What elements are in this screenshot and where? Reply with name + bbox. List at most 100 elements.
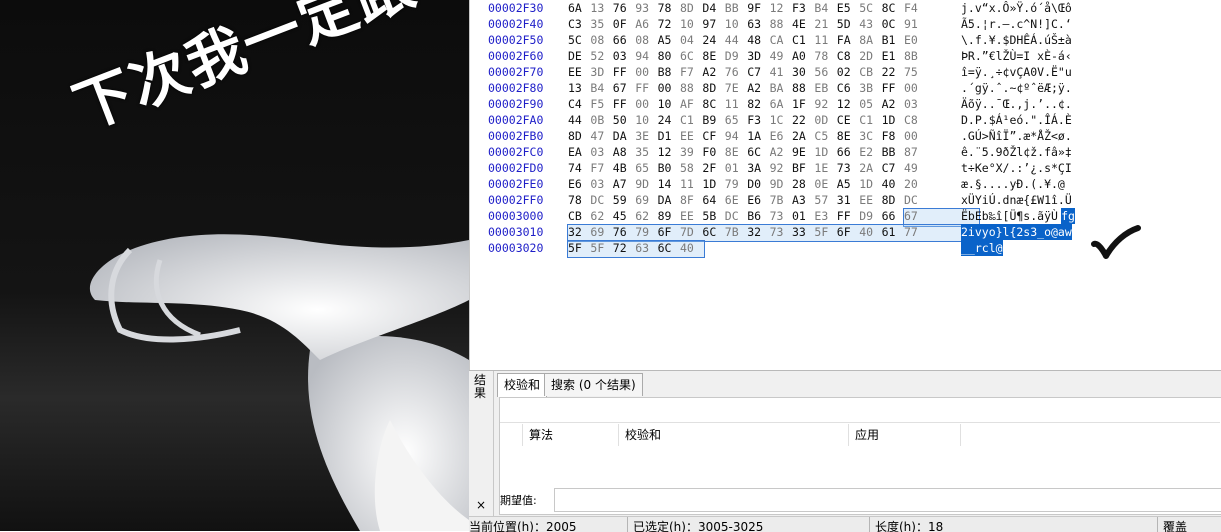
hex-byte[interactable]: B1	[882, 32, 904, 48]
hex-byte[interactable]: E6	[770, 128, 792, 144]
hex-byte[interactable]: 32	[747, 224, 769, 240]
hex-row[interactable]: 00002F60 DE 52 03 94 80 6C 8E D9 3D 49 A0 78 C8 2D E1 8B…	[470, 48, 1221, 64]
hex-byte[interactable]: 08	[590, 32, 612, 48]
hex-byte[interactable]: CE	[837, 112, 859, 128]
hex-byte[interactable]: 9D	[635, 176, 657, 192]
hex-byte[interactable]: 10	[725, 16, 747, 32]
hex-byte[interactable]: 33	[792, 224, 814, 240]
hex-byte[interactable]: 75	[904, 64, 926, 80]
hex-byte[interactable]: 1E	[814, 160, 836, 176]
hex-row-ascii-selected[interactable]: fg	[1061, 208, 1075, 224]
hex-byte[interactable]: 77	[904, 224, 926, 240]
hex-byte[interactable]: 76	[613, 0, 635, 16]
hex-byte[interactable]: 1C	[770, 112, 792, 128]
hex-byte[interactable]: 12	[837, 96, 859, 112]
hex-byte[interactable]: E0	[904, 32, 926, 48]
tab-checksum[interactable]: 校验和	[497, 373, 548, 397]
hex-row[interactable]: 00002FF0 78 DC 59 69 DA 8F 64 6E E6 7B A3 57 31 EE 8D DC…	[470, 192, 1221, 208]
hex-byte[interactable]: 6A	[770, 96, 792, 112]
hex-byte[interactable]: 73	[837, 160, 859, 176]
hex-byte[interactable]: 1D	[702, 176, 724, 192]
hex-byte[interactable]: 72	[658, 16, 680, 32]
hex-byte[interactable]: 92	[770, 160, 792, 176]
hex-byte[interactable]: 5D	[837, 16, 859, 32]
hex-byte[interactable]: 31	[837, 192, 859, 208]
hex-byte[interactable]: 2A	[859, 160, 881, 176]
hex-byte[interactable]: CF	[702, 128, 724, 144]
hex-row-ascii[interactable]: xÜYiÚ.dnæ{£W1î.Ü	[961, 192, 1072, 208]
hex-byte[interactable]: C8	[904, 112, 926, 128]
hex-byte[interactable]: 00	[904, 80, 926, 96]
hex-byte[interactable]: 59	[613, 192, 635, 208]
hex-row[interactable]: 00002FB0 8D 47 DA 3E D1 EE CF 94 1A E6 2A C5 8E 3C F8 00…	[470, 128, 1221, 144]
hex-byte[interactable]: FF	[613, 64, 635, 80]
hex-byte[interactable]: 40	[680, 240, 702, 256]
hex-byte[interactable]: BB	[882, 144, 904, 160]
hex-byte[interactable]: 78	[568, 192, 590, 208]
hex-row[interactable]: 00002F30 6A 13 76 93 78 8D D4 BB 9F 12 F3 B4 E5 5C 8C F4…	[470, 0, 1221, 16]
hex-byte[interactable]: 30	[792, 64, 814, 80]
hex-byte[interactable]: C7	[882, 160, 904, 176]
hex-byte[interactable]: 1A	[747, 128, 769, 144]
hex-byte[interactable]: A2	[882, 96, 904, 112]
hex-byte[interactable]: 10	[680, 16, 702, 32]
hex-byte[interactable]: 9E	[792, 144, 814, 160]
hex-byte[interactable]: D0	[747, 176, 769, 192]
hex-byte[interactable]: 1D	[859, 176, 881, 192]
hex-byte[interactable]: CB	[859, 64, 881, 80]
hex-byte[interactable]: 66	[613, 32, 635, 48]
hex-row-ascii[interactable]: ê.¨5.9ðŽl¢ž.fâ»‡	[961, 144, 1072, 160]
hex-byte[interactable]: B9	[702, 112, 724, 128]
hex-byte[interactable]: 5B	[702, 208, 724, 224]
hex-byte[interactable]: 4B	[613, 160, 635, 176]
hex-byte[interactable]: 22	[882, 64, 904, 80]
hex-byte[interactable]: 00	[658, 80, 680, 96]
hex-byte[interactable]: DC	[904, 192, 926, 208]
hex-byte[interactable]: 03	[590, 176, 612, 192]
hex-row-ascii[interactable]: Ã5.¦r.—.c^N!]C.‘	[961, 16, 1072, 32]
hex-byte[interactable]: 8F	[680, 192, 702, 208]
hex-row-ascii[interactable]: D.P.$Á¹eó.".ÎÁ.È	[961, 112, 1072, 128]
hex-byte[interactable]: C1	[859, 112, 881, 128]
hex-byte[interactable]: 76	[725, 64, 747, 80]
hex-byte[interactable]: 1F	[792, 96, 814, 112]
hex-byte[interactable]: F8	[882, 128, 904, 144]
hex-byte[interactable]: 8D	[882, 192, 904, 208]
hex-byte[interactable]: 10	[635, 112, 657, 128]
hex-byte[interactable]: 5F	[814, 224, 836, 240]
close-icon[interactable]: ×	[476, 498, 486, 512]
hex-byte[interactable]: 03	[613, 48, 635, 64]
hex-byte[interactable]: CA	[770, 32, 792, 48]
hex-byte[interactable]: FF	[837, 208, 859, 224]
hex-byte[interactable]: 41	[770, 64, 792, 80]
hex-byte[interactable]: 91	[904, 16, 926, 32]
hex-row-ascii-selected[interactable]: 2ivyo}l{2s3_o@aw	[961, 224, 1072, 240]
hex-byte[interactable]: 40	[882, 176, 904, 192]
hex-byte[interactable]: 63	[635, 240, 657, 256]
hex-byte[interactable]: 88	[770, 16, 792, 32]
hex-byte[interactable]: D4	[702, 0, 724, 16]
hex-byte[interactable]: 08	[635, 32, 657, 48]
hex-byte[interactable]: 45	[613, 208, 635, 224]
hex-byte[interactable]: 94	[635, 48, 657, 64]
hex-byte[interactable]: D9	[859, 208, 881, 224]
hex-byte[interactable]: 6C	[702, 224, 724, 240]
hex-byte[interactable]: FF	[635, 80, 657, 96]
hex-byte[interactable]: EA	[568, 144, 590, 160]
hex-byte[interactable]: 22	[792, 112, 814, 128]
hex-byte[interactable]: 8E	[725, 144, 747, 160]
hex-byte[interactable]: EE	[859, 192, 881, 208]
hex-byte[interactable]: 7E	[725, 80, 747, 96]
hex-byte[interactable]: 93	[635, 0, 657, 16]
hex-byte[interactable]: A8	[613, 144, 635, 160]
hex-byte[interactable]: 6C	[747, 144, 769, 160]
hex-byte[interactable]: 61	[882, 224, 904, 240]
hex-byte[interactable]: 39	[680, 144, 702, 160]
hex-row-ascii[interactable]: ËbEb‰î[Ü¶s.ãÿÙ	[961, 208, 1058, 224]
hex-byte[interactable]: B0	[658, 160, 680, 176]
hex-byte[interactable]: 3B	[859, 80, 881, 96]
hex-byte[interactable]: 69	[590, 224, 612, 240]
hex-byte[interactable]: 62	[635, 208, 657, 224]
hex-byte[interactable]: FF	[882, 80, 904, 96]
hex-byte[interactable]: 35	[590, 16, 612, 32]
